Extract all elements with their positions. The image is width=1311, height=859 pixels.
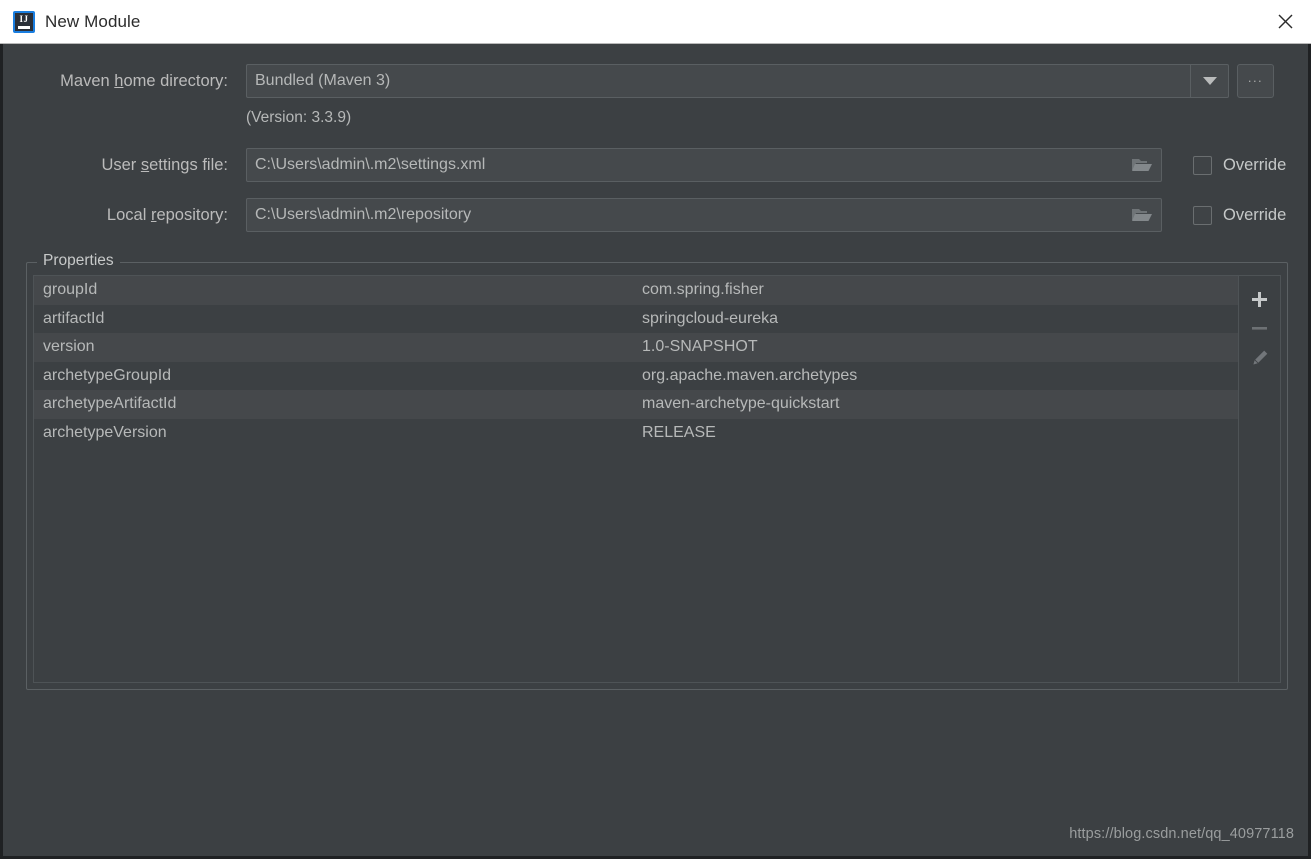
folder-icon[interactable] xyxy=(1131,156,1153,174)
property-value: com.spring.fisher xyxy=(642,281,764,299)
maven-version-row: (Version: 3.3.9) xyxy=(3,101,1308,135)
intellij-idea-icon: IJ xyxy=(13,10,35,33)
user-settings-override-label: Override xyxy=(1223,155,1287,174)
local-repository-override-label: Override xyxy=(1223,205,1287,224)
edit-property-button[interactable] xyxy=(1240,343,1280,372)
app-icon-letters: IJ xyxy=(19,13,29,24)
property-value: 1.0-SNAPSHOT xyxy=(642,338,758,356)
pencil-icon xyxy=(1252,350,1267,364)
properties-toolbar xyxy=(1238,276,1280,682)
properties-legend: Properties xyxy=(37,252,120,270)
watermark-text: https://blog.csdn.net/qq_40977118 xyxy=(1069,826,1294,842)
local-repository-label: Local repository: xyxy=(106,205,228,224)
properties-group-box: Properties groupId com.spring.fisher artif… xyxy=(26,252,1288,690)
property-value: springcloud-eureka xyxy=(642,309,779,327)
property-key: groupId xyxy=(43,281,98,299)
maven-home-combobox[interactable]: Bundled (Maven 3) xyxy=(246,64,1229,98)
table-row[interactable]: archetypeVersion RELEASE xyxy=(34,419,1238,448)
user-settings-row: User settings file: C:\Users\admin\.m2\s… xyxy=(3,145,1308,185)
maven-home-browse-button[interactable]: ... xyxy=(1237,64,1274,98)
chevron-down-icon xyxy=(1202,77,1217,85)
checkbox-box xyxy=(1193,205,1212,225)
window-title: New Module xyxy=(45,11,141,31)
checkbox-box xyxy=(1193,155,1212,175)
table-row[interactable]: artifactId springcloud-eureka xyxy=(34,305,1238,334)
property-key: archetypeGroupId xyxy=(43,366,172,384)
property-value: maven-archetype-quickstart xyxy=(642,395,840,413)
table-row[interactable]: groupId com.spring.fisher xyxy=(34,276,1238,305)
maven-home-input[interactable]: Bundled (Maven 3) xyxy=(246,64,1190,98)
close-button[interactable] xyxy=(1259,0,1311,43)
maven-home-value: Bundled (Maven 3) xyxy=(255,72,391,89)
property-value: RELEASE xyxy=(642,423,716,441)
table-row[interactable]: archetypeArtifactId maven-archetype-quick… xyxy=(34,390,1238,419)
title-bar: IJ New Module xyxy=(0,0,1311,44)
remove-property-button[interactable] xyxy=(1240,314,1280,343)
user-settings-value: C:\Users\admin\.m2\settings.xml xyxy=(255,156,486,173)
table-row[interactable]: archetypeGroupId org.apache.maven.archety… xyxy=(34,362,1238,391)
property-key: archetypeArtifactId xyxy=(43,395,177,413)
maven-version-text: (Version: 3.3.9) xyxy=(246,109,352,126)
user-settings-label: User settings file: xyxy=(101,155,228,174)
minus-icon xyxy=(1252,327,1267,330)
property-key: artifactId xyxy=(43,309,105,327)
maven-home-dropdown-button[interactable] xyxy=(1190,64,1229,98)
user-settings-input[interactable]: C:\Users\admin\.m2\settings.xml xyxy=(246,148,1162,182)
maven-home-label: Maven home directory: xyxy=(60,71,228,90)
property-key: archetypeVersion xyxy=(43,423,167,441)
maven-settings-form: Maven home directory: Bundled (Maven 3) … xyxy=(3,44,1308,235)
local-repository-row: Local repository: C:\Users\admin\.m2\rep… xyxy=(3,195,1308,235)
maven-home-row: Maven home directory: Bundled (Maven 3) … xyxy=(3,61,1308,101)
plus-icon xyxy=(1252,292,1267,307)
user-settings-override-checkbox[interactable]: Override xyxy=(1193,155,1287,175)
property-value: org.apache.maven.archetypes xyxy=(642,366,858,384)
local-repository-value: C:\Users\admin\.m2\repository xyxy=(255,206,472,223)
properties-table-body: groupId com.spring.fisher artifactId spring… xyxy=(34,276,1238,682)
folder-icon[interactable] xyxy=(1131,206,1153,224)
local-repository-override-checkbox[interactable]: Override xyxy=(1193,205,1287,225)
add-property-button[interactable] xyxy=(1240,285,1280,314)
property-key: version xyxy=(43,338,95,356)
table-row[interactable]: version 1.0-SNAPSHOT xyxy=(34,333,1238,362)
close-icon xyxy=(1278,14,1292,29)
local-repository-input[interactable]: C:\Users\admin\.m2\repository xyxy=(246,198,1162,232)
new-module-dialog: IJ New Module Maven home directory: Bund… xyxy=(0,0,1311,859)
app-icon-underbar xyxy=(18,25,30,29)
properties-table: groupId com.spring.fisher artifactId spring… xyxy=(33,275,1281,683)
